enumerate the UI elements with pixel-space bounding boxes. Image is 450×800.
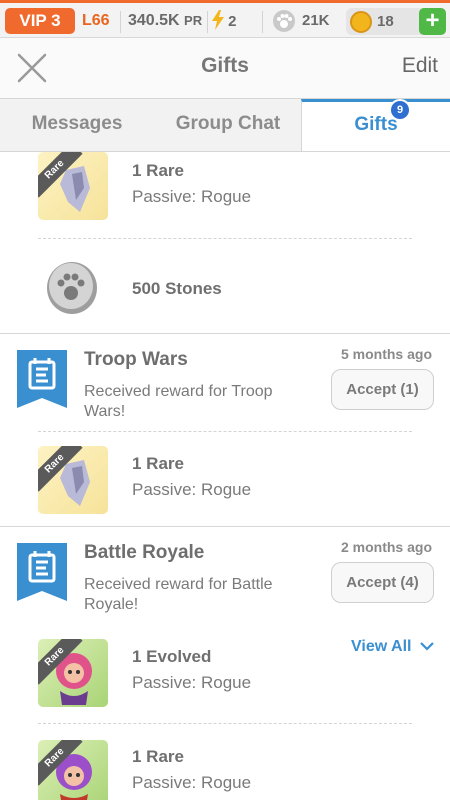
evolved-card-thumbnail[interactable]: Rare: [38, 639, 108, 707]
tab-group-chat[interactable]: Group Chat: [154, 99, 302, 151]
reward-name: 1 Rare: [132, 454, 184, 473]
status-bar: VIP 3 L66 340.5K PR 2 21K 18 +: [0, 0, 450, 38]
tab-bar: Messages Group Chat Gifts: [0, 98, 450, 152]
message-time: 2 months ago: [340, 539, 432, 555]
vip-badge[interactable]: VIP 3: [5, 8, 75, 34]
gold-coin-icon: [350, 11, 372, 33]
message-time: 5 months ago: [340, 346, 432, 362]
view-all-label: View All: [351, 638, 412, 655]
message-title: Troop Wars: [84, 349, 188, 370]
accept-button[interactable]: Accept (4): [331, 562, 434, 603]
divider: [120, 11, 121, 33]
message-description: Received reward for Battle Royale!: [84, 576, 273, 613]
event-banner-icon: [17, 350, 67, 408]
reward-detail: Passive: Rogue: [132, 480, 252, 499]
section-divider: [0, 333, 450, 334]
dashed-divider: [38, 723, 412, 724]
reward-name: 1 Rare: [132, 161, 184, 180]
reward-detail: Passive: Rogue: [132, 673, 252, 692]
player-level: L66: [82, 12, 110, 29]
dashed-divider: [38, 238, 412, 239]
reward-name: 1 Evolved: [132, 647, 212, 666]
rare-card-thumbnail[interactable]: Rare: [38, 152, 108, 220]
energy-value: 2: [228, 13, 237, 30]
reward-detail: Passive: Rogue: [132, 187, 252, 206]
reward-detail: Passive: Rogue: [132, 773, 252, 792]
rare-card-thumbnail[interactable]: Rare: [38, 446, 108, 514]
tab-messages[interactable]: Messages: [0, 99, 154, 151]
tab-gifts[interactable]: Gifts: [301, 99, 450, 151]
reward-name: 500 Stones: [132, 279, 222, 298]
gold-counter[interactable]: 18 +: [346, 8, 446, 35]
stone-icon: [44, 258, 100, 316]
message-title: Battle Royale: [84, 542, 205, 563]
gifts-count-badge: 9: [389, 99, 411, 121]
add-gold-button[interactable]: +: [419, 8, 446, 35]
dashed-divider: [38, 431, 412, 432]
power-value: 340.5K: [128, 12, 180, 29]
divider: [262, 11, 263, 33]
gold-value: 18: [377, 13, 394, 30]
header: Gifts Edit: [0, 38, 450, 98]
stones-value: 21K: [302, 12, 330, 29]
view-all-link[interactable]: View All: [351, 638, 434, 656]
page-title: Gifts: [201, 54, 249, 77]
divider: [207, 11, 208, 33]
chevron-down-icon: [420, 642, 434, 651]
rare-card-thumbnail[interactable]: Rare: [38, 740, 108, 800]
paw-stone-icon: [273, 10, 295, 32]
message-description: Received reward for Troop Wars!: [84, 383, 273, 420]
energy-counter[interactable]: 2: [212, 10, 237, 33]
gifts-list[interactable]: Rare 1 Rare Passive: Rogue 500 Stones Tr…: [0, 152, 450, 800]
reward-name: 1 Rare: [132, 747, 184, 766]
edit-button[interactable]: Edit: [402, 54, 438, 78]
event-banner-icon: [17, 543, 67, 601]
power-rating[interactable]: 340.5K PR: [128, 10, 202, 32]
lightning-icon: [212, 10, 224, 30]
section-divider: [0, 526, 450, 527]
power-unit: PR: [184, 13, 203, 28]
accept-button[interactable]: Accept (1): [331, 369, 434, 410]
